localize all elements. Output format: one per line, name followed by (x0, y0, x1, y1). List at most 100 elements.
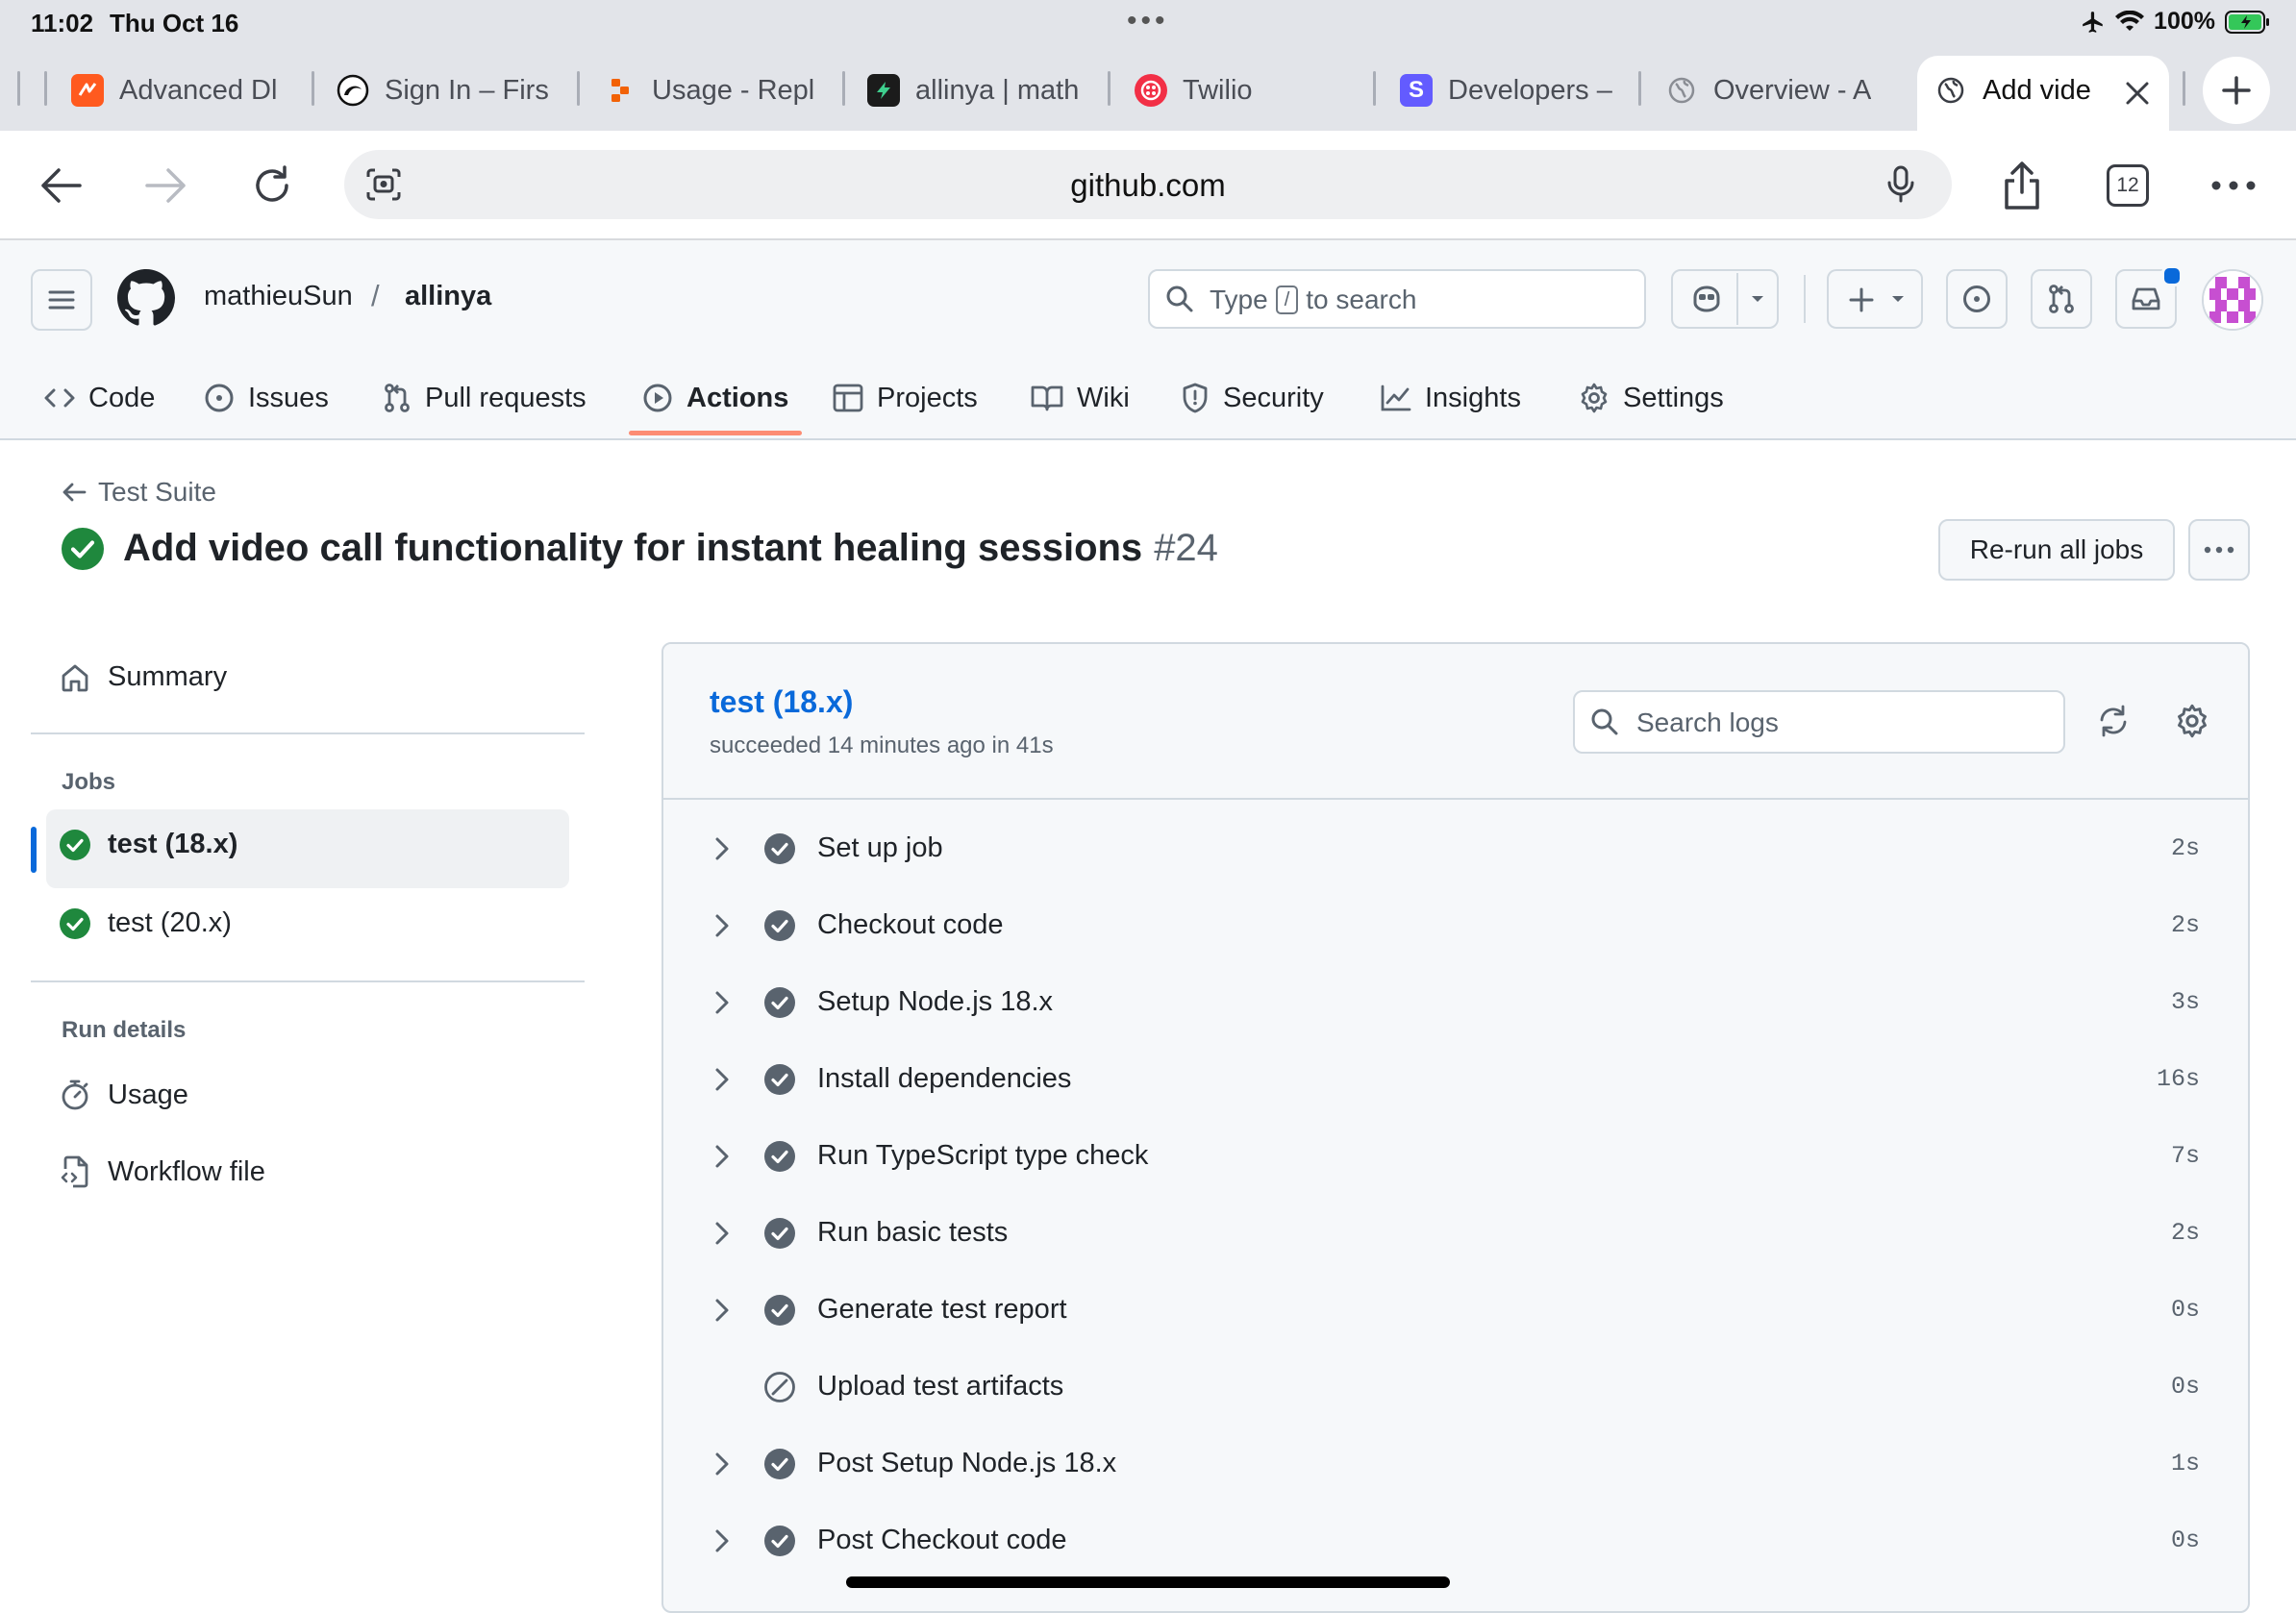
job-step[interactable]: Run TypeScript type check 7s (663, 1119, 2248, 1196)
tab-pull-requests[interactable]: Pull requests (383, 369, 586, 427)
browser-tab[interactable]: allinya | math (867, 67, 1085, 113)
plus-icon (2220, 74, 2253, 107)
battery-percent: 100% (2154, 8, 2215, 35)
run-more-options-button[interactable] (2188, 519, 2250, 581)
tab-actions[interactable]: Actions (642, 369, 788, 427)
status-bar: 11:02 Thu Oct 16 ••• 100% (0, 0, 2296, 50)
tab-separator (2183, 71, 2185, 106)
page-title: Add video call functionality for instant… (62, 527, 1218, 570)
workflow-back-link[interactable]: Test Suite (62, 477, 216, 508)
tab-label: Insights (1425, 382, 1521, 413)
repo-name-link[interactable]: allinya (405, 281, 491, 312)
plus-icon (1848, 286, 1875, 313)
job-step[interactable]: Set up job 2s (663, 811, 2248, 888)
microphone-icon[interactable] (1886, 165, 1915, 204)
browser-tab[interactable]: Overview - A (1665, 67, 1879, 113)
kebab-horizontal-icon (2204, 546, 2234, 554)
step-name: Checkout code (817, 909, 1004, 940)
browser-tab[interactable]: Sign In – Firs (337, 67, 550, 113)
github-logo-icon[interactable] (117, 269, 175, 327)
rerun-all-jobs-button[interactable]: Re-run all jobs (1938, 519, 2175, 581)
home-indicator[interactable] (846, 1576, 1450, 1588)
step-duration: 0s (2170, 1296, 2200, 1324)
pull-request-icon (383, 383, 412, 413)
reload-icon[interactable] (238, 152, 306, 219)
replit-icon (604, 74, 636, 107)
back-icon[interactable] (27, 152, 94, 219)
browser-tab[interactable]: S Developers – (1400, 67, 1613, 113)
browser-tab-active[interactable]: Add vide (1917, 56, 2169, 131)
job-step[interactable]: Post Setup Node.js 18.x 1s (663, 1427, 2248, 1503)
tab-separator (1108, 71, 1111, 106)
tab-separator (44, 71, 47, 106)
chevron-right-icon (713, 836, 731, 861)
gear-icon (1579, 383, 1610, 413)
issues-button[interactable] (1946, 269, 2008, 329)
sidebar-job-test-18x[interactable]: test (18.x) (60, 829, 237, 860)
address-bar[interactable]: github.com (344, 150, 1952, 219)
job-title-link[interactable]: test (18.x) (710, 684, 853, 720)
tab-title: Sign In – Firs (385, 74, 549, 106)
tab-insights[interactable]: Insights (1381, 369, 1521, 427)
check-circle-icon (763, 1525, 796, 1557)
multitasking-dots-icon[interactable]: ••• (1127, 7, 1169, 36)
usage-link[interactable]: Usage (60, 1079, 188, 1111)
tab-title: Usage - Repl (652, 74, 815, 106)
hamburger-menu-button[interactable] (31, 269, 92, 331)
tab-settings[interactable]: Settings (1579, 369, 1724, 427)
close-tab-icon[interactable] (2123, 79, 2152, 108)
tab-issues[interactable]: Issues (204, 369, 329, 427)
sidebar-job-test-20x[interactable]: test (20.x) (60, 907, 232, 939)
battery-charging-icon (2225, 10, 2271, 35)
active-tab-underline (629, 431, 802, 435)
step-duration: 1s (2170, 1450, 2200, 1477)
search-input[interactable]: Type / to search (1148, 269, 1646, 329)
step-name: Generate test report (817, 1294, 1067, 1325)
pull-requests-button[interactable] (2031, 269, 2092, 329)
tab-wiki[interactable]: Wiki (1031, 369, 1130, 427)
job-step[interactable]: Setup Node.js 18.x 3s (663, 965, 2248, 1042)
success-check-icon (62, 527, 104, 570)
search-logs-input[interactable]: Search logs (1573, 690, 2065, 754)
tab-label: Actions (686, 382, 789, 413)
forward-icon[interactable] (133, 152, 200, 219)
job-step[interactable]: Post Checkout code 0s (663, 1503, 2248, 1580)
copilot-button[interactable] (1671, 269, 1779, 329)
refresh-icon[interactable] (2096, 704, 2131, 738)
search-shortcut-key: / (1275, 285, 1299, 314)
more-options-icon[interactable] (2200, 152, 2267, 219)
check-circle-icon (763, 986, 796, 1019)
tab-label: Security (1223, 382, 1324, 413)
tab-title: Overview - A (1713, 74, 1872, 106)
job-step[interactable]: Generate test report 0s (663, 1273, 2248, 1350)
step-name: Post Checkout code (817, 1525, 1067, 1555)
run-details-heading: Run details (62, 1017, 187, 1043)
browser-tab[interactable]: Usage - Repl (604, 67, 817, 113)
step-name: Setup Node.js 18.x (817, 986, 1054, 1017)
sidebar-divider (31, 980, 585, 982)
job-log-panel: test (18.x) succeeded 14 minutes ago in … (661, 642, 2250, 1613)
gear-icon[interactable] (2175, 704, 2209, 738)
tab-overview-button[interactable]: 12 (2094, 152, 2161, 219)
tab-projects[interactable]: Projects (833, 369, 978, 427)
browser-tab[interactable]: Advanced Dl (71, 67, 285, 113)
tab-security[interactable]: Security (1181, 369, 1324, 427)
create-new-button[interactable] (1827, 269, 1923, 329)
new-tab-button[interactable] (2203, 57, 2270, 124)
copilot-icon (1690, 284, 1723, 314)
orange-bolt-icon (71, 74, 104, 107)
avatar[interactable] (2202, 269, 2263, 331)
tab-code[interactable]: Code (44, 369, 155, 427)
job-step[interactable]: Checkout code 2s (663, 888, 2248, 965)
workflow-file-link[interactable]: Workflow file (60, 1155, 265, 1188)
step-duration: 16s (2156, 1065, 2200, 1093)
job-step[interactable]: Install dependencies 16s (663, 1042, 2248, 1119)
summary-link[interactable]: Summary (60, 661, 227, 693)
share-icon[interactable] (1988, 152, 2056, 219)
job-step[interactable]: Upload test artifacts 0s (663, 1350, 2248, 1427)
job-step[interactable]: Run basic tests 2s (663, 1196, 2248, 1273)
inbox-button[interactable] (2115, 265, 2183, 329)
graph-icon (1381, 385, 1411, 411)
repo-owner-link[interactable]: mathieuSun (204, 281, 353, 312)
browser-tab[interactable]: Twilio (1135, 67, 1348, 113)
